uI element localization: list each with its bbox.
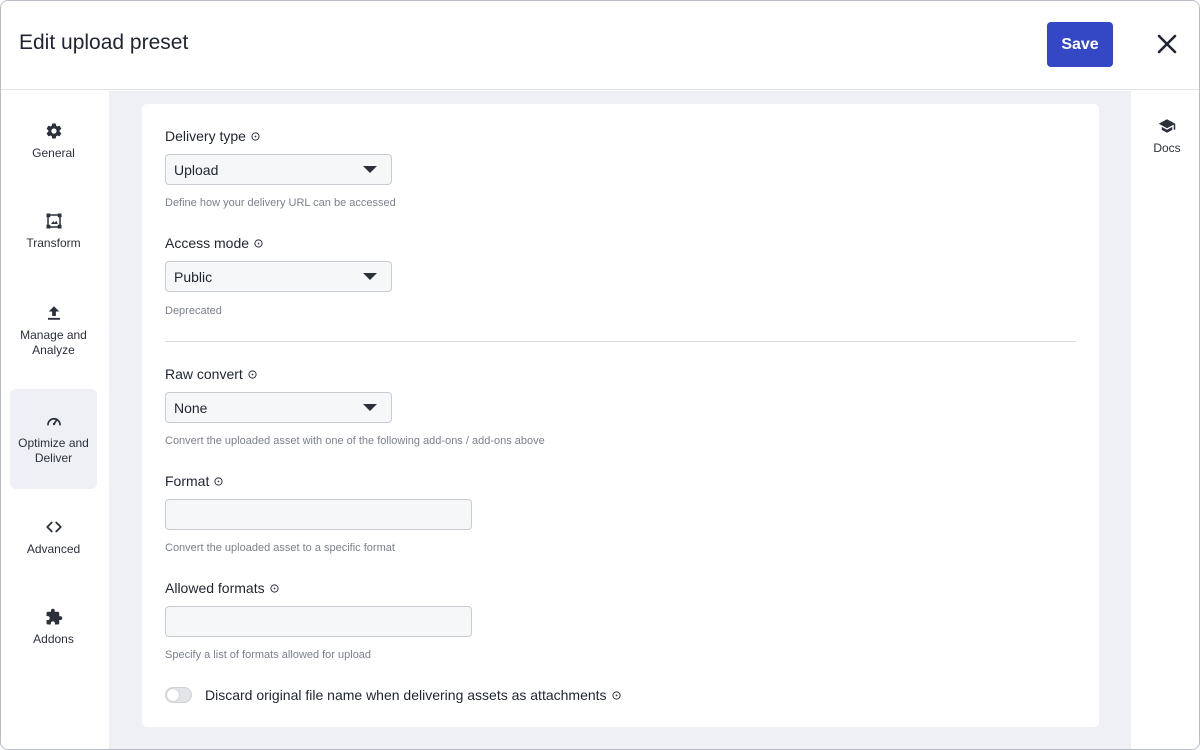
puzzle-piece-icon bbox=[46, 608, 62, 624]
info-icon[interactable] bbox=[248, 369, 257, 379]
discard-filename-label-text: Discard original file name when deliveri… bbox=[205, 687, 607, 703]
save-button[interactable]: Save bbox=[1047, 22, 1113, 67]
sidebar-item-label: Advanced bbox=[26, 541, 81, 556]
info-icon[interactable] bbox=[214, 476, 223, 486]
format-label-text: Format bbox=[165, 473, 210, 489]
crop-frame-icon bbox=[46, 213, 61, 228]
raw-convert-select[interactable]: None bbox=[165, 392, 392, 423]
discard-filename-label: Discard original file name when deliveri… bbox=[205, 687, 621, 703]
format-input[interactable] bbox=[165, 499, 472, 530]
allowed-formats-label: Allowed formats bbox=[165, 580, 279, 596]
allowed-formats-input[interactable] bbox=[165, 606, 472, 637]
dialog-header: Edit upload preset Save bbox=[1, 1, 1199, 90]
sidebar-item-transform[interactable]: Transform bbox=[10, 181, 97, 281]
close-button[interactable] bbox=[1153, 30, 1181, 58]
info-icon[interactable] bbox=[254, 238, 263, 248]
toggle-knob bbox=[167, 689, 179, 701]
info-icon[interactable] bbox=[611, 690, 621, 700]
raw-convert-label: Raw convert bbox=[165, 366, 257, 382]
docs-link[interactable]: Docs bbox=[1144, 117, 1190, 157]
delivery-type-label: Delivery type bbox=[165, 128, 260, 144]
sidebar-item-general[interactable]: General bbox=[10, 91, 97, 191]
right-panel bbox=[1131, 91, 1199, 749]
upload-arrow-icon bbox=[47, 306, 60, 320]
speedometer-icon bbox=[46, 417, 61, 426]
allowed-formats-label-text: Allowed formats bbox=[165, 580, 265, 596]
docs-label: Docs bbox=[1153, 141, 1181, 155]
chevron-down-icon bbox=[363, 166, 377, 173]
graduation-cap-icon bbox=[1158, 119, 1176, 133]
delivery-type-label-text: Delivery type bbox=[165, 128, 246, 144]
chevron-down-icon bbox=[363, 404, 377, 411]
raw-convert-value: None bbox=[174, 399, 208, 416]
access-mode-select[interactable]: Public bbox=[165, 261, 392, 292]
discard-filename-toggle[interactable] bbox=[165, 687, 192, 703]
close-icon bbox=[1157, 34, 1177, 54]
sidebar-item-label: Addons bbox=[33, 631, 74, 646]
page-title: Edit upload preset bbox=[19, 31, 189, 54]
info-icon[interactable] bbox=[251, 131, 260, 141]
chevron-down-icon bbox=[363, 273, 377, 280]
sidebar-item-label: Optimize and Deliver bbox=[18, 436, 89, 465]
sidebar-item-optimize-and-deliver[interactable]: Optimize and Deliver bbox=[10, 389, 97, 489]
delivery-type-value: Upload bbox=[174, 161, 219, 178]
allowed-formats-hint: Specify a list of formats allowed for up… bbox=[165, 649, 372, 661]
sidebar-item-label: Manage and Analyze bbox=[20, 328, 87, 357]
delivery-type-hint: Define how your delivery URL can be acce… bbox=[165, 197, 396, 209]
format-label: Format bbox=[165, 473, 223, 489]
edit-upload-preset-dialog: Edit upload preset Save General Transfor… bbox=[0, 0, 1200, 750]
sidebar-item-manage-and-analyze[interactable]: Manage and Analyze bbox=[10, 281, 97, 381]
code-brackets-icon bbox=[45, 521, 62, 532]
access-mode-value: Public bbox=[174, 268, 213, 285]
section-divider bbox=[165, 341, 1076, 342]
access-mode-label-text: Access mode bbox=[165, 235, 250, 251]
sidebar-item-advanced[interactable]: Advanced bbox=[10, 487, 97, 587]
info-icon[interactable] bbox=[269, 583, 279, 593]
gear-icon bbox=[46, 122, 61, 139]
delivery-type-select[interactable]: Upload bbox=[165, 154, 392, 185]
sidebar: General Transform Manage and Analyze Opt… bbox=[1, 91, 109, 749]
sidebar-item-label: Transform bbox=[26, 235, 81, 250]
raw-convert-hint: Convert the uploaded asset with one of t… bbox=[165, 435, 545, 447]
sidebar-item-label: General bbox=[32, 145, 75, 160]
sidebar-item-addons[interactable]: Addons bbox=[10, 577, 97, 677]
format-hint: Convert the uploaded asset to a specific… bbox=[165, 542, 395, 554]
access-mode-label: Access mode bbox=[165, 235, 263, 251]
access-mode-hint: Deprecated bbox=[165, 305, 222, 317]
raw-convert-label-text: Raw convert bbox=[165, 366, 243, 382]
